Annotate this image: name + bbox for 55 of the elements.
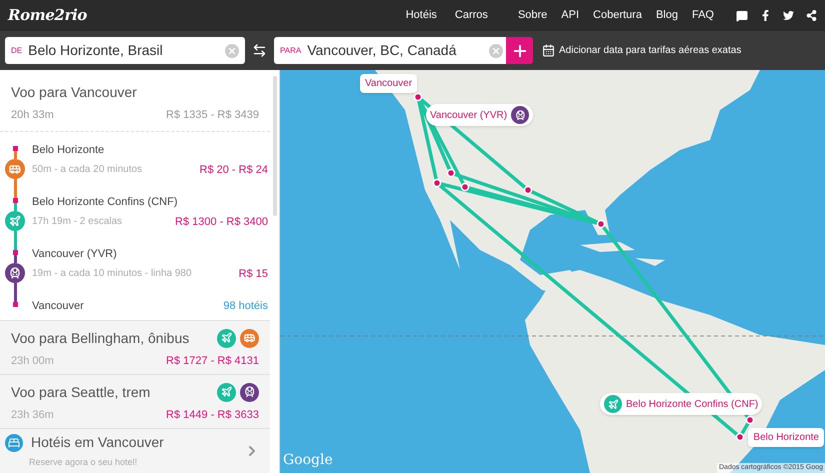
chat-icon[interactable]: [736, 10, 748, 22]
train-icon: [511, 106, 530, 124]
scrollbar[interactable]: [272, 76, 276, 216]
nav-link[interactable]: API: [561, 7, 580, 24]
nav-link[interactable]: Hotéis: [406, 7, 437, 24]
route-duration: 23h 00m: [11, 354, 54, 368]
field-value: Vancouver, BC, Canadá: [307, 41, 458, 60]
segment-detail: 19m - a cada 10 minutos - linha 980: [32, 267, 192, 282]
map-label[interactable]: Vancouver: [360, 74, 418, 93]
route-price: R$ 1449 - R$ 3633: [166, 408, 259, 422]
bed-icon: [5, 434, 23, 452]
calendar-icon[interactable]: [542, 44, 555, 57]
nav-link[interactable]: Sobre: [518, 7, 548, 24]
map-label[interactable]: Belo Horizonte: [748, 428, 824, 447]
airplane-icon: [604, 395, 622, 413]
route-card[interactable]: Voo para Bellingham, ônibus 23h 00m R$ 1727 - R$ 4131: [0, 320, 270, 374]
hotels-title: Hotéis em Vancouver: [31, 433, 164, 452]
nav-link[interactable]: Cobertura: [593, 7, 642, 24]
nav-link[interactable]: FAQ: [692, 7, 714, 24]
add-button[interactable]: [506, 37, 533, 64]
stop-name: Vancouver: [32, 298, 84, 314]
hotels-subtitle: Reserve agora o seu hotel!: [29, 456, 138, 469]
route-duration: 23h 36m: [11, 408, 54, 422]
bird-icon[interactable]: [783, 10, 794, 21]
stop-name: Belo Horizonte: [32, 142, 106, 158]
field-tag: DE: [11, 44, 22, 56]
map-logo: Google: [283, 451, 333, 470]
nav-link[interactable]: Carros: [454, 7, 488, 24]
stop-name: Belo Horizonte Confins (CNF): [32, 194, 178, 210]
route-price: R$ 1727 - R$ 4131: [166, 354, 259, 368]
add-date-link[interactable]: Adicionar data para tarifas aéreas exatas: [559, 43, 742, 58]
field-value: Belo Horizonte, Brasil: [28, 41, 164, 60]
nav-link[interactable]: Blog: [656, 7, 678, 24]
swap-icon[interactable]: [252, 43, 267, 58]
route-price: R$ 1335 - R$ 3439: [166, 108, 259, 123]
route-title: Voo para Bellingham, ônibus: [11, 328, 190, 348]
route-duration: 20h 33m: [11, 108, 54, 123]
share-icon[interactable]: [806, 10, 817, 21]
route-title: Voo para Vancouver: [11, 83, 138, 102]
segment-price: R$ 20 - R$ 24: [200, 162, 268, 178]
map-label[interactable]: Vancouver (YVR): [426, 104, 534, 126]
segment-detail: 17h 19m - 2 escalas: [32, 215, 122, 230]
logo[interactable]: Rome2rio: [8, 4, 87, 27]
segment-price: R$ 15: [238, 266, 268, 282]
field-tag: PARA: [280, 44, 302, 56]
location-field[interactable]: DE Belo Horizonte, Brasil: [5, 37, 245, 64]
stop-name: Vancouver (YVR): [32, 246, 118, 262]
location-field[interactable]: PARA Vancouver, BC, Canadá: [274, 37, 509, 64]
map-label[interactable]: Belo Horizonte Confins (CNF): [600, 393, 762, 415]
hotels-card[interactable]: Hotéis em Vancouver Reserve agora o seu hotel!: [0, 428, 270, 473]
segment-detail: 50m - a cada 20 minutos: [32, 163, 142, 178]
f-logo-icon[interactable]: [760, 10, 771, 21]
route-title: Voo para Seattle, trem: [11, 382, 150, 402]
route-card[interactable]: Voo para Seattle, trem 23h 36m R$ 1449 - R$ 3633: [0, 374, 270, 428]
segment-price: R$ 1300 - R$ 3400: [175, 214, 268, 230]
